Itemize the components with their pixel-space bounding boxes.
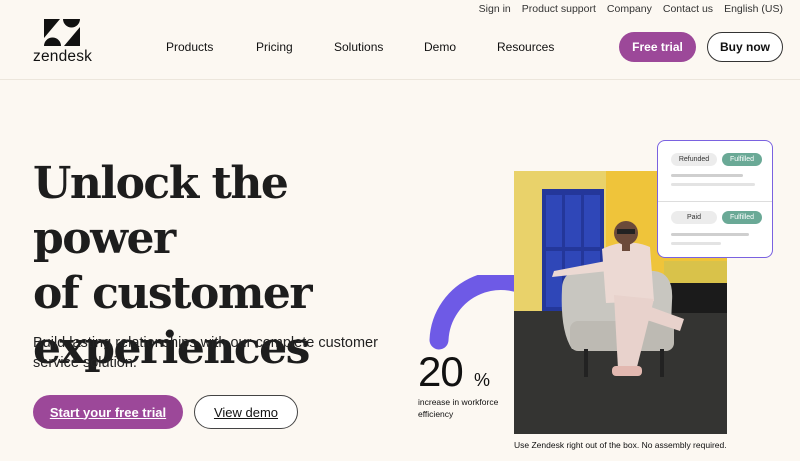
- zendesk-logo[interactable]: zendesk: [33, 19, 95, 65]
- contact-us-link[interactable]: Contact us: [663, 3, 713, 15]
- product-support-link[interactable]: Product support: [522, 3, 596, 15]
- hero-subtitle: Build lasting relationships with our com…: [33, 335, 378, 371]
- company-link[interactable]: Company: [607, 3, 652, 15]
- fulfilled-badge: Fulfilled: [722, 153, 762, 166]
- placeholder-bar: [671, 174, 743, 177]
- placeholder-bar: [671, 183, 755, 186]
- language-selector[interactable]: English (US): [724, 3, 783, 15]
- start-free-trial-button[interactable]: Start your free trial: [33, 395, 183, 429]
- stat-number: 20: [418, 348, 464, 395]
- nav-products[interactable]: Products: [166, 40, 213, 54]
- sign-in-link[interactable]: Sign in: [479, 3, 511, 15]
- nav-solutions[interactable]: Solutions: [334, 40, 383, 54]
- logo-wordmark: zendesk: [33, 48, 93, 65]
- paid-badge: Paid: [671, 211, 717, 224]
- free-trial-button[interactable]: Free trial: [619, 32, 696, 62]
- ticket-status-card: Refunded Fulfilled Paid Fulfilled: [657, 140, 773, 258]
- site-header: Sign in Product support Company Contact …: [0, 0, 800, 80]
- nav-demo[interactable]: Demo: [424, 40, 456, 54]
- fulfilled-badge: Fulfilled: [722, 211, 762, 224]
- nav-resources[interactable]: Resources: [497, 40, 554, 54]
- placeholder-bar: [671, 233, 749, 236]
- utility-nav: Sign in Product support Company Contact …: [479, 3, 783, 15]
- placeholder-bar: [671, 242, 721, 245]
- refunded-badge: Refunded: [671, 153, 717, 166]
- view-demo-button[interactable]: View demo: [194, 395, 298, 429]
- headline-line-2: of customer: [33, 268, 313, 319]
- stat-label: increase in workforce efficiency: [418, 397, 499, 419]
- buy-now-button[interactable]: Buy now: [707, 32, 783, 62]
- zendesk-logo-icon: [44, 19, 80, 46]
- nav-pricing[interactable]: Pricing: [256, 40, 293, 54]
- card-divider: [658, 201, 772, 202]
- photo-caption: Use Zendesk right out of the box. No ass…: [514, 440, 727, 450]
- stat-unit: %: [474, 370, 491, 390]
- headline-line-1: Unlock the power: [33, 158, 289, 264]
